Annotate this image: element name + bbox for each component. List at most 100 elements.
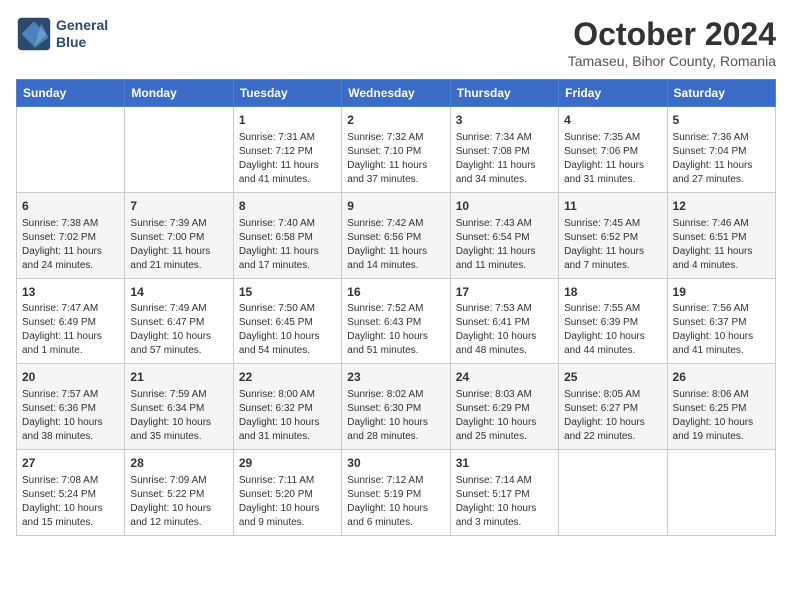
day-number: 17 xyxy=(456,284,553,301)
day-number: 3 xyxy=(456,112,553,129)
calendar-cell: 27 Sunrise: 7:08 AM Sunset: 5:24 PM Dayli… xyxy=(17,450,125,536)
calendar-cell: 4 Sunrise: 7:35 AM Sunset: 7:06 PM Daylig… xyxy=(559,107,667,193)
day-info: Sunrise: 8:05 AM Sunset: 6:27 PM Dayligh… xyxy=(564,388,661,444)
page-header: General Blue October 2024 Tamaseu, Bihor… xyxy=(16,16,776,69)
day-info: Sunrise: 7:08 AM Sunset: 5:24 PM Dayligh… xyxy=(22,474,119,530)
day-number: 23 xyxy=(347,369,444,386)
calendar-cell xyxy=(667,450,775,536)
day-number: 7 xyxy=(130,198,227,215)
day-info: Sunrise: 7:49 AM Sunset: 6:47 PM Dayligh… xyxy=(130,302,227,358)
day-number: 12 xyxy=(673,198,770,215)
day-info: Sunrise: 7:32 AM Sunset: 7:10 PM Dayligh… xyxy=(347,131,444,187)
logo-text: General Blue xyxy=(56,17,108,51)
day-info: Sunrise: 7:38 AM Sunset: 7:02 PM Dayligh… xyxy=(22,217,119,273)
title-area: October 2024 Tamaseu, Bihor County, Roma… xyxy=(568,16,776,69)
calendar-cell: 26Sunrise: 8:06 AM Sunset: 6:25 PM Dayli… xyxy=(667,364,775,450)
day-info: Sunrise: 7:50 AM Sunset: 6:45 PM Dayligh… xyxy=(239,302,336,358)
calendar-cell: 31 Sunrise: 7:14 AM Sunset: 5:17 PM Dayli… xyxy=(450,450,558,536)
month-title: October 2024 xyxy=(568,16,776,53)
day-number: 25 xyxy=(564,369,661,386)
day-info: Sunrise: 7:46 AM Sunset: 6:51 PM Dayligh… xyxy=(673,217,770,273)
calendar-cell: 18Sunrise: 7:55 AM Sunset: 6:39 PM Dayli… xyxy=(559,278,667,364)
day-number: 18 xyxy=(564,284,661,301)
day-number: 10 xyxy=(456,198,553,215)
calendar-cell: 19Sunrise: 7:56 AM Sunset: 6:37 PM Dayli… xyxy=(667,278,775,364)
calendar-cell: 20Sunrise: 7:57 AM Sunset: 6:36 PM Dayli… xyxy=(17,364,125,450)
day-info: Sunrise: 7:45 AM Sunset: 6:52 PM Dayligh… xyxy=(564,217,661,273)
weekday-header: Saturday xyxy=(667,80,775,107)
logo: General Blue xyxy=(16,16,108,52)
calendar-cell: 24 Sunrise: 8:03 AM Sunset: 6:29 PM Dayli… xyxy=(450,364,558,450)
calendar-cell: 28Sunrise: 7:09 AM Sunset: 5:22 PM Dayli… xyxy=(125,450,233,536)
calendar-cell: 2 Sunrise: 7:32 AM Sunset: 7:10 PM Daylig… xyxy=(342,107,450,193)
day-info: Sunrise: 8:02 AM Sunset: 6:30 PM Dayligh… xyxy=(347,388,444,444)
day-info: Sunrise: 7:12 AM Sunset: 5:19 PM Dayligh… xyxy=(347,474,444,530)
calendar-cell: 23 Sunrise: 8:02 AM Sunset: 6:30 PM Dayli… xyxy=(342,364,450,450)
day-info: Sunrise: 7:39 AM Sunset: 7:00 PM Dayligh… xyxy=(130,217,227,273)
weekday-header: Friday xyxy=(559,80,667,107)
weekday-row: SundayMondayTuesdayWednesdayThursdayFrid… xyxy=(17,80,776,107)
day-number: 19 xyxy=(673,284,770,301)
day-number: 27 xyxy=(22,455,119,472)
calendar-cell xyxy=(17,107,125,193)
day-info: Sunrise: 7:35 AM Sunset: 7:06 PM Dayligh… xyxy=(564,131,661,187)
day-info: Sunrise: 7:34 AM Sunset: 7:08 PM Dayligh… xyxy=(456,131,553,187)
day-info: Sunrise: 7:11 AM Sunset: 5:20 PM Dayligh… xyxy=(239,474,336,530)
calendar-cell: 12 Sunrise: 7:46 AM Sunset: 6:51 PM Dayli… xyxy=(667,192,775,278)
day-info: Sunrise: 7:14 AM Sunset: 5:17 PM Dayligh… xyxy=(456,474,553,530)
location-subtitle: Tamaseu, Bihor County, Romania xyxy=(568,53,776,69)
day-info: Sunrise: 7:31 AM Sunset: 7:12 PM Dayligh… xyxy=(239,131,336,187)
weekday-header: Thursday xyxy=(450,80,558,107)
calendar-cell xyxy=(125,107,233,193)
day-info: Sunrise: 7:40 AM Sunset: 6:58 PM Dayligh… xyxy=(239,217,336,273)
day-info: Sunrise: 8:03 AM Sunset: 6:29 PM Dayligh… xyxy=(456,388,553,444)
calendar-cell: 6 Sunrise: 7:38 AM Sunset: 7:02 PM Daylig… xyxy=(17,192,125,278)
calendar-week-row: 1Sunrise: 7:31 AM Sunset: 7:12 PM Daylig… xyxy=(17,107,776,193)
weekday-header: Monday xyxy=(125,80,233,107)
calendar-cell: 29 Sunrise: 7:11 AM Sunset: 5:20 PM Dayli… xyxy=(233,450,341,536)
day-number: 5 xyxy=(673,112,770,129)
day-number: 16 xyxy=(347,284,444,301)
calendar-cell: 16Sunrise: 7:52 AM Sunset: 6:43 PM Dayli… xyxy=(342,278,450,364)
calendar-cell: 8 Sunrise: 7:40 AM Sunset: 6:58 PM Daylig… xyxy=(233,192,341,278)
day-info: Sunrise: 7:53 AM Sunset: 6:41 PM Dayligh… xyxy=(456,302,553,358)
day-info: Sunrise: 7:55 AM Sunset: 6:39 PM Dayligh… xyxy=(564,302,661,358)
day-info: Sunrise: 7:36 AM Sunset: 7:04 PM Dayligh… xyxy=(673,131,770,187)
calendar-cell: 5 Sunrise: 7:36 AM Sunset: 7:04 PM Daylig… xyxy=(667,107,775,193)
day-number: 26 xyxy=(673,369,770,386)
calendar-week-row: 6 Sunrise: 7:38 AM Sunset: 7:02 PM Daylig… xyxy=(17,192,776,278)
day-number: 6 xyxy=(22,198,119,215)
day-number: 15 xyxy=(239,284,336,301)
day-info: Sunrise: 7:59 AM Sunset: 6:34 PM Dayligh… xyxy=(130,388,227,444)
day-number: 29 xyxy=(239,455,336,472)
calendar-cell: 7 Sunrise: 7:39 AM Sunset: 7:00 PM Daylig… xyxy=(125,192,233,278)
weekday-header: Sunday xyxy=(17,80,125,107)
calendar-header: SundayMondayTuesdayWednesdayThursdayFrid… xyxy=(17,80,776,107)
day-number: 13 xyxy=(22,284,119,301)
day-info: Sunrise: 7:56 AM Sunset: 6:37 PM Dayligh… xyxy=(673,302,770,358)
day-number: 4 xyxy=(564,112,661,129)
day-info: Sunrise: 7:42 AM Sunset: 6:56 PM Dayligh… xyxy=(347,217,444,273)
calendar-cell: 11 Sunrise: 7:45 AM Sunset: 6:52 PM Dayli… xyxy=(559,192,667,278)
day-number: 8 xyxy=(239,198,336,215)
day-info: Sunrise: 7:43 AM Sunset: 6:54 PM Dayligh… xyxy=(456,217,553,273)
day-info: Sunrise: 8:00 AM Sunset: 6:32 PM Dayligh… xyxy=(239,388,336,444)
day-info: Sunrise: 7:47 AM Sunset: 6:49 PM Dayligh… xyxy=(22,302,119,358)
calendar-cell: 30 Sunrise: 7:12 AM Sunset: 5:19 PM Dayli… xyxy=(342,450,450,536)
calendar-week-row: 27 Sunrise: 7:08 AM Sunset: 5:24 PM Dayli… xyxy=(17,450,776,536)
day-number: 11 xyxy=(564,198,661,215)
day-number: 31 xyxy=(456,455,553,472)
day-number: 24 xyxy=(456,369,553,386)
calendar-cell xyxy=(559,450,667,536)
calendar-week-row: 13Sunrise: 7:47 AM Sunset: 6:49 PM Dayli… xyxy=(17,278,776,364)
calendar-body: 1Sunrise: 7:31 AM Sunset: 7:12 PM Daylig… xyxy=(17,107,776,536)
day-number: 28 xyxy=(130,455,227,472)
day-number: 30 xyxy=(347,455,444,472)
day-number: 9 xyxy=(347,198,444,215)
calendar-table: SundayMondayTuesdayWednesdayThursdayFrid… xyxy=(16,79,776,536)
calendar-cell: 15Sunrise: 7:50 AM Sunset: 6:45 PM Dayli… xyxy=(233,278,341,364)
day-number: 2 xyxy=(347,112,444,129)
weekday-header: Tuesday xyxy=(233,80,341,107)
day-number: 20 xyxy=(22,369,119,386)
day-number: 21 xyxy=(130,369,227,386)
